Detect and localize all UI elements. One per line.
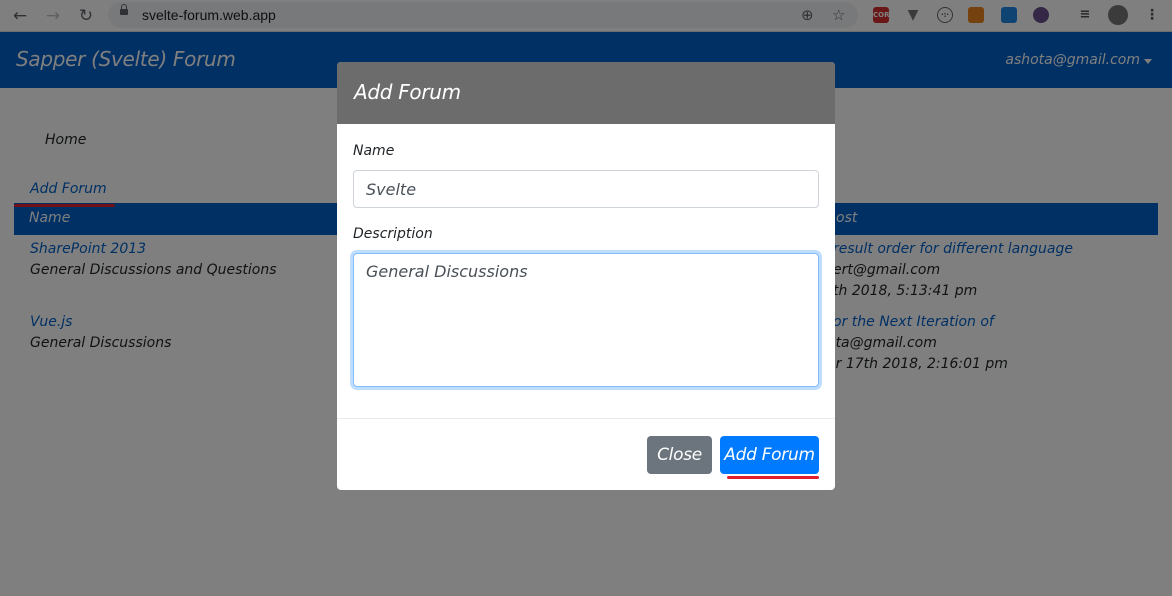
- add-forum-modal: Add Forum Name Description General Discu…: [337, 62, 835, 490]
- description-textarea[interactable]: General Discussions: [353, 253, 819, 387]
- name-label: Name: [353, 143, 395, 159]
- description-label: Description: [353, 226, 433, 242]
- modal-header: Add Forum: [337, 62, 835, 124]
- modal-title: Add Forum: [354, 80, 461, 104]
- close-button[interactable]: Close: [647, 436, 712, 474]
- highlight-underline: [727, 476, 819, 479]
- name-input[interactable]: [353, 170, 819, 208]
- add-forum-button[interactable]: Add Forum: [720, 436, 819, 474]
- modal-footer-divider: [337, 418, 835, 419]
